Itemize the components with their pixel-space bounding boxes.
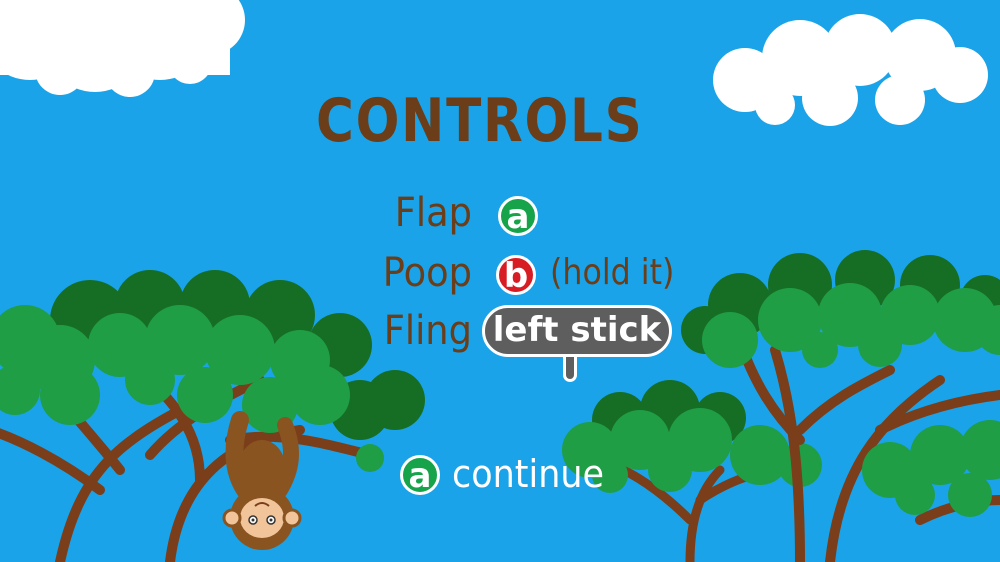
cloud-icon (713, 14, 988, 126)
control-action-label: Poop (382, 250, 472, 296)
b-button-icon: b (496, 255, 536, 295)
page-title: CONTROLS (316, 86, 644, 156)
continue-label: continue (452, 452, 605, 496)
continue-button[interactable]: a continue (400, 452, 640, 498)
left-stick-icon: left stick (482, 305, 672, 357)
hold-hint-text: (hold it) (550, 252, 675, 293)
tree-canopy-icon (0, 270, 425, 472)
controls-screen: CONTROLS Flap a Poop b (hold it) Fling l… (0, 0, 1000, 562)
control-action-label: Flap (394, 190, 472, 236)
left-stick-tail-icon (563, 354, 577, 382)
tree-canopy-icon (681, 250, 1000, 368)
a-button-icon: a (400, 455, 440, 495)
control-action-label: Fling (383, 308, 472, 354)
a-button-icon: a (498, 196, 538, 236)
cloud-icon (0, 0, 245, 97)
